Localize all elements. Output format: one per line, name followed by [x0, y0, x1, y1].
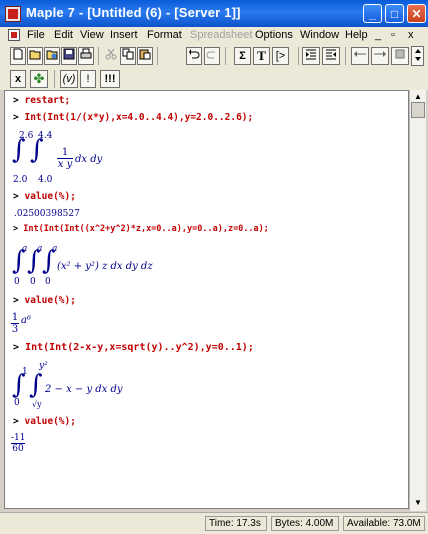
symbol-mode-button[interactable]: x — [10, 70, 26, 88]
close-button[interactable]: ✕ — [407, 4, 426, 23]
fraction: 1 x y — [57, 147, 73, 170]
menu-insert[interactable]: Insert — [110, 29, 138, 41]
command-line[interactable]: > restart; — [13, 95, 70, 106]
sigma-icon[interactable]: Σ — [234, 47, 251, 65]
scroll-down-arrow[interactable]: ▼ — [410, 496, 426, 510]
doc-restore-button[interactable]: ▫ — [391, 29, 395, 41]
save-icon[interactable] — [61, 47, 77, 65]
menu-format[interactable]: Format — [147, 29, 182, 41]
minimize-button[interactable]: _ — [363, 4, 382, 23]
vertical-scrollbar[interactable]: ▲ ▼ — [409, 90, 426, 511]
print-icon[interactable] — [78, 47, 94, 65]
status-bar: Time: 17.3s Bytes: 4.00M Available: 73.0… — [0, 512, 428, 534]
text-icon[interactable]: T — [253, 47, 270, 65]
forward-icon[interactable] — [371, 47, 389, 65]
undo-icon[interactable] — [186, 47, 202, 65]
menu-file[interactable]: File — [27, 29, 45, 41]
toolbar-separator — [54, 70, 55, 88]
command-line[interactable]: > value(%); — [13, 295, 76, 306]
copy-icon[interactable] — [120, 47, 136, 65]
prompt-icon[interactable]: [> — [272, 47, 289, 65]
toolbar-separator — [298, 47, 299, 65]
menu-window[interactable]: Window — [300, 29, 339, 41]
symbolic-result: a⁶ — [21, 315, 31, 326]
paren-toggle-button[interactable]: (v) — [60, 70, 78, 88]
doc-close-button[interactable]: x — [408, 29, 414, 41]
doc-minimize-button[interactable]: _ — [375, 29, 381, 41]
toolbar-separator — [157, 47, 158, 65]
maximize-button[interactable]: □ — [385, 4, 404, 23]
open-url-icon[interactable] — [44, 47, 60, 65]
document-icon[interactable] — [8, 29, 20, 41]
menu-edit[interactable]: Edit — [54, 29, 73, 41]
command-line[interactable]: > Int(Int(Int((x^2+y^2)*z,x=0..a),y=0..a… — [13, 224, 269, 234]
indent-icon[interactable] — [302, 47, 320, 65]
integral-upper-limit: 2.6 — [19, 131, 34, 141]
menu-spreadsheet[interactable]: Spreadsheet — [190, 29, 252, 41]
title-bar: Maple 7 - [Untitled (6) - [Server 1]] _ … — [0, 0, 428, 27]
status-time: Time: 17.3s — [205, 516, 267, 531]
toolbar-separator — [225, 47, 226, 65]
integrand: (x² + y²) z dx dy dz — [57, 261, 153, 272]
back-icon[interactable] — [351, 47, 369, 65]
numeric-result: .02500398527 — [14, 209, 80, 219]
new-icon[interactable] — [10, 47, 26, 65]
integrand: 2 − x − y dx dy — [45, 384, 123, 395]
command-line[interactable]: > Int(Int(1/(x*y),x=4.0..4.4),y=2.0..2.6… — [13, 112, 253, 123]
menu-options[interactable]: Options — [255, 29, 293, 41]
paste-icon[interactable] — [137, 47, 153, 65]
integral-lower-limit: 2.0 — [13, 175, 28, 185]
menu-bar: File Edit View Insert Format Spreadsheet… — [0, 27, 428, 44]
toolbar-scroll-arrows[interactable] — [411, 46, 424, 66]
palette-icon[interactable]: ✤ — [30, 70, 48, 88]
differential: dx dy — [75, 154, 103, 165]
execute-all-button[interactable]: !!! — [100, 70, 120, 88]
command-line[interactable]: > value(%); — [13, 416, 76, 427]
integral-upper-limit: 4.4 — [38, 131, 53, 141]
integral-lower-limit: 4.0 — [38, 175, 53, 185]
context-toolbar: x ✤ (v) ! !!! — [0, 68, 428, 90]
fraction: 1 3 — [11, 312, 19, 335]
menu-view[interactable]: View — [80, 29, 104, 41]
command-line[interactable]: > value(%); — [13, 191, 76, 202]
status-available: Available: 73.0M — [343, 516, 425, 531]
worksheet[interactable]: > restart; > Int(Int(1/(x*y),x=4.0..4.4)… — [4, 90, 409, 509]
toolbar-separator — [98, 47, 99, 65]
fraction: -11 60 — [11, 433, 26, 454]
maple-app-icon[interactable] — [5, 6, 21, 22]
main-toolbar: Σ T [> — [0, 44, 428, 68]
stop-icon[interactable] — [391, 47, 409, 65]
command-line[interactable]: > Int(Int(2-x-y,x=sqrt(y)..y^2),y=0..1); — [13, 342, 254, 353]
window-title: Maple 7 - [Untitled (6) - [Server 1]] — [26, 5, 241, 20]
scroll-thumb[interactable] — [411, 102, 425, 118]
cut-icon[interactable] — [103, 47, 119, 65]
execute-button[interactable]: ! — [80, 70, 96, 88]
menu-help[interactable]: Help — [345, 29, 368, 41]
open-icon[interactable] — [27, 47, 43, 65]
integral-sign: ∫ — [29, 370, 43, 400]
redo-icon[interactable] — [204, 47, 220, 65]
status-bytes: Bytes: 4.00M — [271, 516, 339, 531]
outdent-icon[interactable] — [322, 47, 340, 65]
toolbar-separator — [345, 47, 346, 65]
